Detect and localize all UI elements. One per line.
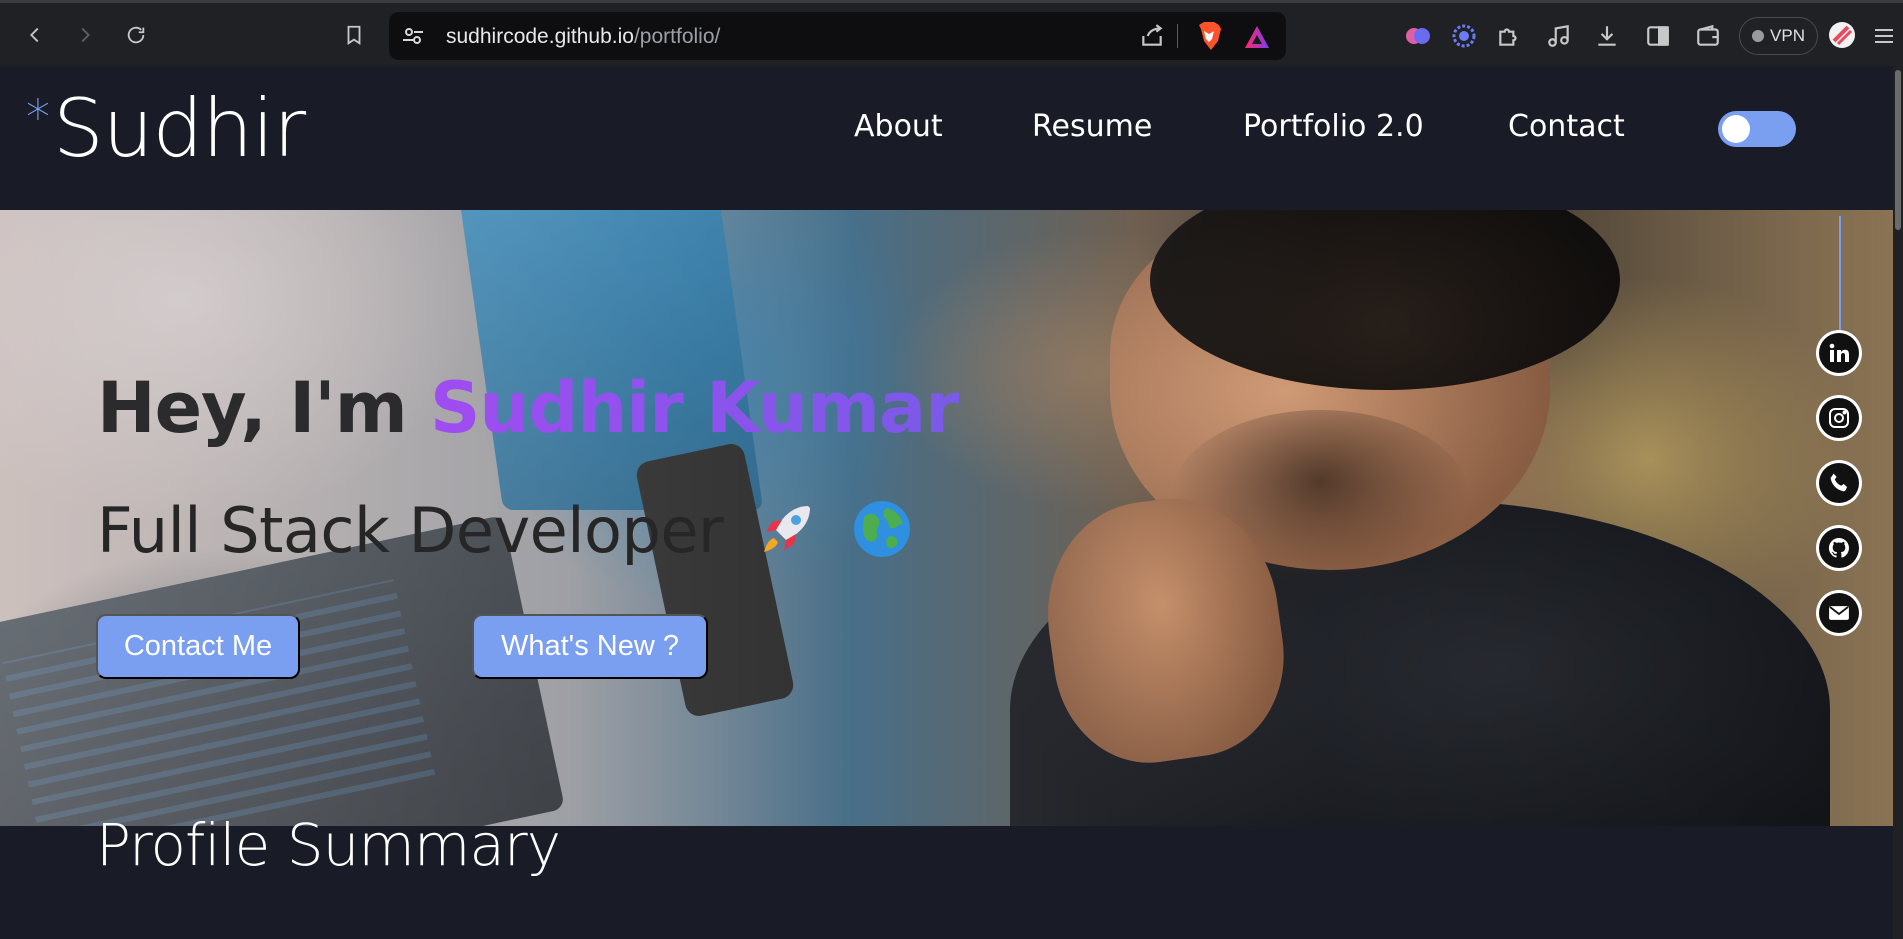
menu-icon[interactable] [1873,23,1895,49]
back-button[interactable] [19,19,51,51]
extension-brain-icon[interactable] [1405,23,1431,49]
theme-toggle[interactable] [1718,111,1796,147]
url-path: /portfolio/ [633,25,721,48]
site-header: *Sudhir About Resume Portfolio 2.0 Conta… [0,66,1893,210]
profile-icon[interactable] [1828,21,1856,49]
site-logo[interactable]: *Sudhir [26,82,306,175]
browser-toolbar: sudhircode.github.io/portfolio/ VPN [0,0,1903,66]
github-icon [1819,528,1859,568]
downloads-icon[interactable] [1594,23,1620,49]
whats-new-button[interactable]: What's New ? [472,614,708,679]
linkedin-icon [1819,333,1859,373]
nav-about[interactable]: About [854,109,943,144]
reload-button[interactable] [120,19,152,51]
extension-puzzle-star-icon[interactable] [1451,23,1477,49]
nav-portfolio-2[interactable]: Portfolio 2.0 [1243,109,1424,144]
logo-text: Sudhir [53,82,306,175]
contact-me-button[interactable]: Contact Me [96,614,300,679]
vpn-label: VPN [1770,26,1805,45]
hero-greeting: Hey, I'm [97,367,431,449]
forward-icon [81,27,90,43]
bookmark-button[interactable] [338,19,370,51]
brave-rewards-icon[interactable] [1243,24,1271,50]
hero-subtitle: Full Stack Developer [97,494,913,567]
bookmark-icon [347,25,361,45]
url-host: sudhircode.github.io [446,25,634,48]
vpn-status-dot [1752,30,1765,42]
page-scrollbar[interactable] [1893,66,1903,939]
scrollbar-thumb[interactable] [1895,70,1901,230]
extensions-icon[interactable] [1496,23,1522,49]
nav-resume[interactable]: Resume [1032,109,1152,144]
media-icon[interactable] [1546,23,1572,49]
url-text[interactable]: sudhircode.github.io/portfolio/ [446,25,720,49]
mail-icon [1819,593,1859,633]
github-link[interactable] [1816,525,1862,571]
hero-subtitle-text: Full Stack Developer [97,494,723,567]
logo-star: * [26,90,50,146]
instagram-link[interactable] [1816,395,1862,441]
vpn-button[interactable]: VPN [1739,17,1818,55]
address-bar[interactable]: sudhircode.github.io/portfolio/ [389,12,1286,60]
theme-toggle-knob [1722,115,1750,143]
hero-section: Hey, I'm Sudhir Kumar Full Stack Develop… [0,210,1893,826]
social-rail-line [1839,216,1841,330]
mail-link[interactable] [1816,590,1862,636]
web-page: *Sudhir About Resume Portfolio 2.0 Conta… [0,66,1893,939]
nav-contact[interactable]: Contact [1508,109,1625,144]
wallet-icon[interactable] [1695,23,1721,49]
share-icon[interactable] [1139,23,1165,49]
hero-title: Hey, I'm Sudhir Kumar [97,367,960,449]
linkedin-link[interactable] [1816,330,1862,376]
back-icon [30,27,39,43]
phone-icon [1819,463,1859,503]
rocket-icon [764,506,811,552]
site-settings-icon[interactable] [401,24,425,48]
globe-icon [854,501,911,557]
hero-name: Sudhir Kumar [430,367,960,449]
sidebar-icon[interactable] [1645,23,1671,49]
brave-shields-icon[interactable] [1195,21,1223,51]
instagram-icon [1819,398,1859,438]
phone-link[interactable] [1816,460,1862,506]
url-separator [1177,24,1178,48]
forward-button[interactable] [69,19,101,51]
reload-icon [127,26,145,44]
profile-summary-title: Profile Summary [96,811,561,879]
